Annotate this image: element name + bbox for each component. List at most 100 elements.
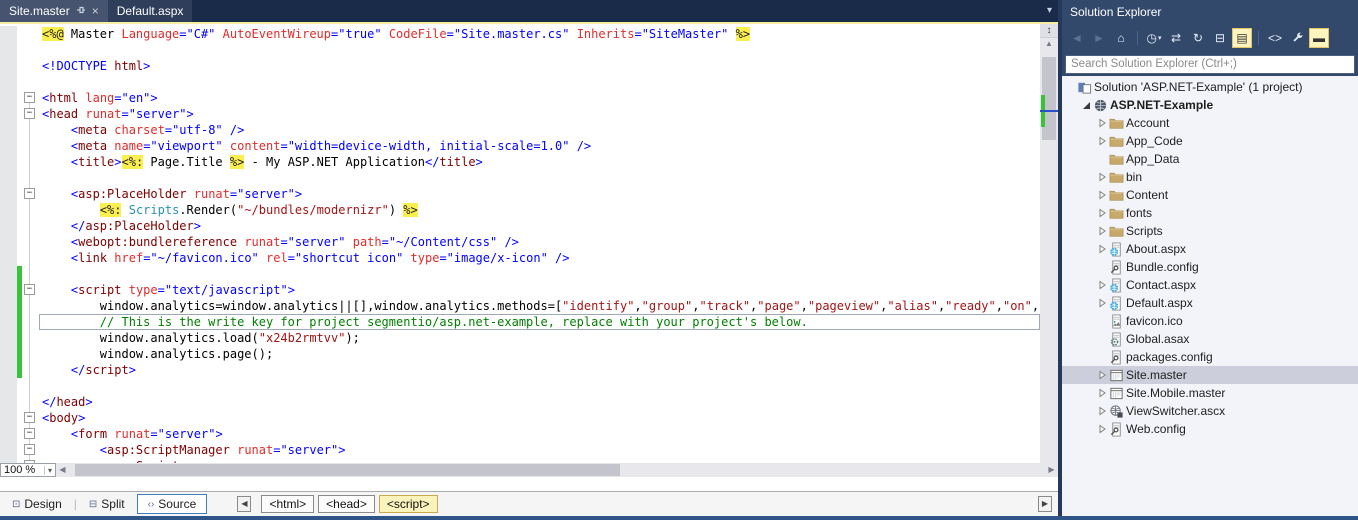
refresh-icon[interactable]: ↻ [1188, 28, 1208, 48]
code-line[interactable]: <!DOCTYPE html> [0, 58, 1040, 74]
expand-arrow-icon[interactable] [1096, 244, 1109, 254]
breakpoint-margin[interactable] [0, 410, 17, 426]
collapse-arrow-icon[interactable] [1080, 101, 1093, 110]
breadcrumb-right-button[interactable]: ▶ [1038, 496, 1052, 512]
expand-arrow-icon[interactable] [1096, 190, 1109, 200]
fold-toggle[interactable]: − [24, 444, 35, 455]
code-line[interactable]: window.analytics.page(); [0, 346, 1040, 362]
pin-icon[interactable] [76, 4, 86, 18]
scroll-right-button[interactable]: ▶ [1045, 463, 1058, 477]
breakpoint-margin[interactable] [0, 42, 17, 58]
breakpoint-margin[interactable] [0, 186, 17, 202]
show-all-files-icon[interactable]: ▤ [1232, 28, 1252, 48]
tree-item-global-asax[interactable]: Global.asax [1062, 330, 1358, 348]
tree-item-app-data[interactable]: App_Data [1062, 150, 1358, 168]
code-line[interactable]: </script> [0, 362, 1040, 378]
properties-icon[interactable] [1287, 28, 1307, 48]
tree-item-app-code[interactable]: App_Code [1062, 132, 1358, 150]
zoom-selector[interactable]: 100 % ▾ [0, 463, 56, 477]
code-line[interactable]: − <asp:PlaceHolder runat="server"> [0, 186, 1040, 202]
code-line[interactable]: −<html lang="en"> [0, 90, 1040, 106]
design-view-button[interactable]: ⊡ Design [6, 495, 68, 513]
code-line[interactable] [0, 42, 1040, 58]
breakpoint-margin[interactable] [0, 442, 17, 458]
pending-changes-filter-icon[interactable]: ◷▾ [1144, 28, 1164, 48]
breakpoint-margin[interactable] [0, 266, 17, 282]
breadcrumb-tag-button[interactable]: <script> [379, 495, 438, 513]
breakpoint-margin[interactable] [0, 314, 17, 330]
tree-item-solution-asp-net-example-1-project[interactable]: Solution 'ASP.NET-Example' (1 project) [1062, 78, 1358, 96]
breakpoint-margin[interactable] [0, 218, 17, 234]
tree-item-contact-aspx[interactable]: Contact.aspx [1062, 276, 1358, 294]
tab-default-aspx[interactable]: Default.aspx [108, 0, 193, 22]
search-input[interactable] [1065, 55, 1355, 74]
document-list-dropdown-icon[interactable]: ▾ [1047, 5, 1052, 16]
breakpoint-margin[interactable] [0, 122, 17, 138]
breakpoint-margin[interactable] [0, 378, 17, 394]
expand-arrow-icon[interactable] [1096, 118, 1109, 128]
breakpoint-margin[interactable] [0, 154, 17, 170]
code-line[interactable] [0, 378, 1040, 394]
navigate-forward-icon[interactable]: ► [1089, 28, 1109, 48]
breakpoint-margin[interactable] [0, 202, 17, 218]
code-editor[interactable]: <%@ Master Language="C#" AutoEventWireup… [0, 24, 1040, 477]
code-line[interactable]: // This is the write key for project seg… [0, 314, 1040, 330]
breakpoint-margin[interactable] [0, 282, 17, 298]
fold-toggle[interactable]: − [24, 108, 35, 119]
collapse-all-icon[interactable]: ⊟ [1210, 28, 1230, 48]
tree-item-viewswitcher-ascx[interactable]: ViewSwitcher.ascx [1062, 402, 1358, 420]
close-icon[interactable]: × [92, 5, 99, 17]
tree-item-site-mobile-master[interactable]: Site.Mobile.master [1062, 384, 1358, 402]
preview-selected-items-icon[interactable]: ▬ [1309, 28, 1329, 48]
scrollbar-thumb[interactable] [75, 464, 620, 476]
tree-item-bundle-config[interactable]: Bundle.config [1062, 258, 1358, 276]
tree-item-default-aspx[interactable]: Default.aspx [1062, 294, 1358, 312]
code-line[interactable]: <title><%: Page.Title %> - My ASP.NET Ap… [0, 154, 1040, 170]
breakpoint-margin[interactable] [0, 426, 17, 442]
view-code-icon[interactable]: <> [1265, 28, 1285, 48]
code-line[interactable]: − <script type="text/javascript"> [0, 282, 1040, 298]
expand-arrow-icon[interactable] [1096, 226, 1109, 236]
breakpoint-margin[interactable] [0, 346, 17, 362]
code-line[interactable]: <link href="~/favicon.ico" rel="shortcut… [0, 250, 1040, 266]
fold-toggle[interactable]: − [24, 284, 35, 295]
breakpoint-margin[interactable] [0, 394, 17, 410]
source-view-button[interactable]: ‹› Source [137, 494, 208, 514]
code-line[interactable]: </head> [0, 394, 1040, 410]
sync-with-active-document-icon[interactable]: ⇄ [1166, 28, 1186, 48]
fold-toggle[interactable]: − [24, 92, 35, 103]
fold-toggle[interactable]: − [24, 428, 35, 439]
breakpoint-margin[interactable] [0, 250, 17, 266]
expand-arrow-icon[interactable] [1096, 208, 1109, 218]
breakpoint-margin[interactable] [0, 90, 17, 106]
expand-arrow-icon[interactable] [1096, 172, 1109, 182]
navigate-back-icon[interactable]: ◄ [1067, 28, 1087, 48]
expand-arrow-icon[interactable] [1096, 406, 1109, 416]
breakpoint-margin[interactable] [0, 330, 17, 346]
expand-arrow-icon[interactable] [1096, 298, 1109, 308]
code-line[interactable]: − <asp:ScriptManager runat="server"> [0, 442, 1040, 458]
vertical-scrollbar[interactable]: ↕ ▲ ▼ [1040, 24, 1058, 477]
scroll-left-button[interactable]: ◀ [56, 463, 69, 477]
tree-item-account[interactable]: Account [1062, 114, 1358, 132]
code-line[interactable]: </asp:PlaceHolder> [0, 218, 1040, 234]
expand-arrow-icon[interactable] [1096, 136, 1109, 146]
code-line[interactable] [0, 170, 1040, 186]
code-line[interactable]: −<body> [0, 410, 1040, 426]
breakpoint-margin[interactable] [0, 234, 17, 250]
code-line[interactable]: <meta charset="utf-8" /> [0, 122, 1040, 138]
home-icon[interactable]: ⌂ [1111, 28, 1131, 48]
tree-item-asp-net-example[interactable]: ASP.NET-Example [1062, 96, 1358, 114]
tree-item-bin[interactable]: bin [1062, 168, 1358, 186]
expand-arrow-icon[interactable] [1096, 370, 1109, 380]
code-line[interactable] [0, 266, 1040, 282]
code-line[interactable]: <%: Scripts.Render("~/bundles/modernizr"… [0, 202, 1040, 218]
tree-item-packages-config[interactable]: packages.config [1062, 348, 1358, 366]
code-line[interactable]: window.analytics.load("x24b2rmtvv"); [0, 330, 1040, 346]
split-view-button[interactable]: ⊟ Split [83, 495, 131, 513]
tree-item-content[interactable]: Content [1062, 186, 1358, 204]
tree-item-fonts[interactable]: fonts [1062, 204, 1358, 222]
tree-item-favicon-ico[interactable]: favicon.ico [1062, 312, 1358, 330]
code-line[interactable] [0, 74, 1040, 90]
expand-arrow-icon[interactable] [1096, 424, 1109, 434]
